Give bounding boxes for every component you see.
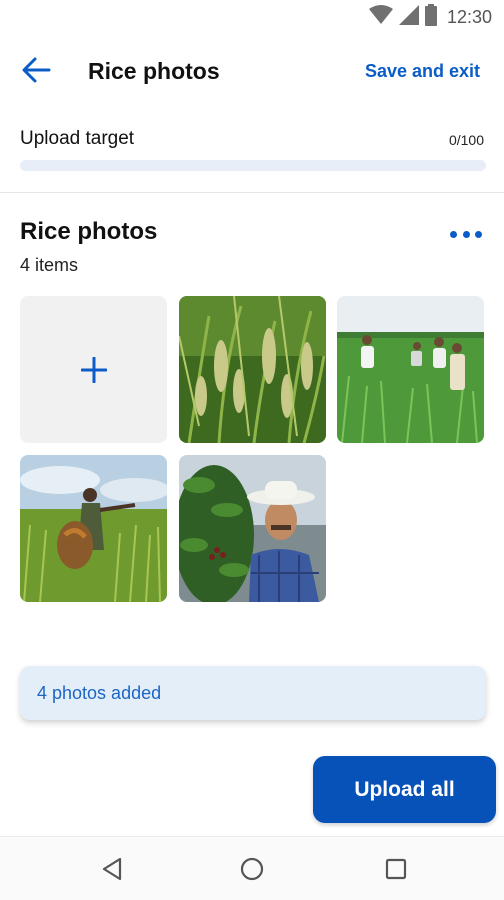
rice-panicles-photo[interactable] (179, 296, 326, 443)
back-button[interactable] (18, 56, 54, 88)
nav-recents-button[interactable] (382, 857, 410, 885)
status-bar: 12:30 (0, 0, 504, 32)
farmer-pointing-photo[interactable] (20, 455, 167, 602)
status-icons: 12:30 (368, 4, 492, 31)
nav-back-icon (101, 857, 123, 886)
nav-recents-icon (385, 858, 407, 885)
upload-all-button[interactable]: Upload all (313, 756, 496, 823)
upload-target-count: 0/100 (448, 132, 484, 148)
upload-target: Upload target 0/100 (20, 128, 486, 171)
nav-home-icon (240, 857, 264, 886)
signal-icon (398, 5, 419, 30)
wifi-icon (368, 5, 393, 30)
album-item-count: 4 items (20, 255, 79, 275)
more-options-button[interactable] (450, 226, 482, 242)
save-and-exit-button[interactable]: Save and exit (365, 61, 480, 82)
page-title: Rice photos (88, 58, 220, 84)
album-title: Rice photos (20, 218, 158, 245)
nav-back-button[interactable] (98, 857, 126, 885)
add-photo-tile[interactable] (20, 296, 167, 443)
nav-home-button[interactable] (238, 857, 266, 885)
farmer-with-hat-photo[interactable] (179, 455, 326, 602)
upload-target-label: Upload target (20, 128, 135, 149)
farmers-in-field-photo[interactable] (337, 296, 484, 443)
snackbar: 4 photos added (20, 666, 486, 720)
snackbar-text: 4 photos added (37, 682, 162, 703)
plus-icon (80, 356, 107, 383)
status-time: 12:30 (446, 7, 492, 27)
more-horizontal-icon (450, 230, 457, 238)
upload-progress-bar (20, 160, 486, 171)
divider (0, 192, 504, 193)
app-bar: Rice photos Save and exit (0, 42, 504, 102)
arrow-left-icon (21, 57, 51, 88)
battery-icon (424, 4, 437, 31)
system-nav-bar (0, 836, 504, 900)
